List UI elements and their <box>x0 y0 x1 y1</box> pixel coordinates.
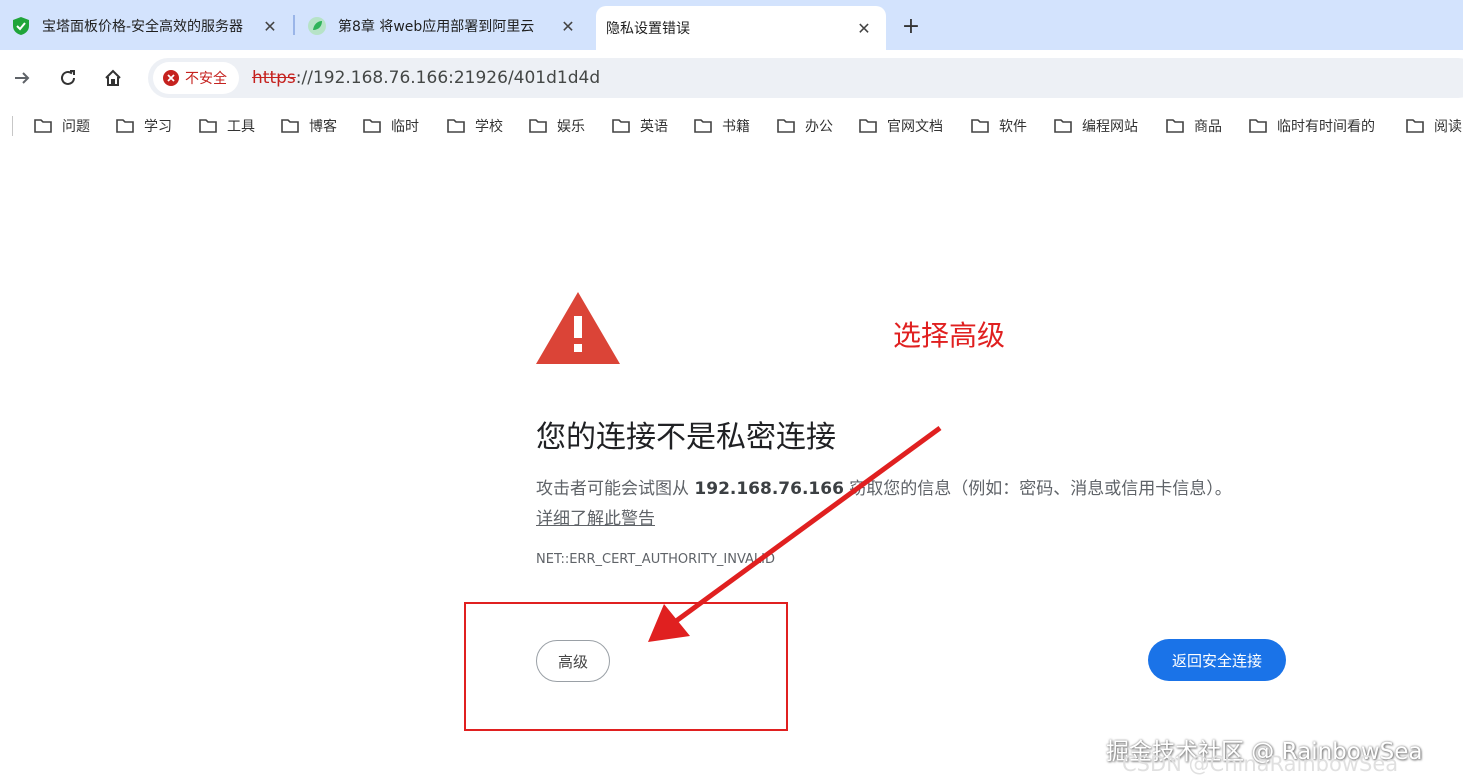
bookmark-label: 商品 <box>1194 119 1222 135</box>
reload-icon[interactable] <box>54 64 82 92</box>
folder-icon <box>1054 119 1072 133</box>
bookmark-item[interactable]: 博客 <box>281 116 337 136</box>
tab-strip: 宝塔面板价格-安全高效的服务器 ✕ 第8章 将web应用部署到阿里云 ✕ 隐私设… <box>0 0 1463 50</box>
desc-before: 攻击者可能会试图从 <box>536 479 695 499</box>
folder-icon <box>971 119 989 133</box>
bookmark-label: 学习 <box>144 119 172 135</box>
back-to-safety-button[interactable]: 返回安全连接 <box>1148 639 1286 681</box>
new-tab-button[interactable]: + <box>898 13 924 39</box>
bookmark-item[interactable]: 阅读 <box>1406 116 1462 136</box>
annotation-highlight-box <box>464 602 788 731</box>
desc-host: 192.168.76.166 <box>694 479 844 499</box>
bookmark-label: 官网文档 <box>887 119 943 135</box>
annotation-text: 选择高级 <box>893 319 1006 352</box>
bookmark-label: 办公 <box>805 119 833 135</box>
bookmark-label: 问题 <box>62 119 90 135</box>
bookmark-label: 书籍 <box>722 119 750 135</box>
bookmark-item[interactable]: 问题 <box>34 116 90 136</box>
not-secure-icon <box>163 70 179 86</box>
bookmark-label: 临时有时间看的 <box>1277 119 1375 135</box>
folder-icon <box>612 119 630 133</box>
url-scheme: https <box>252 68 296 88</box>
bookmark-item[interactable]: 官网文档 <box>859 116 943 136</box>
url-text[interactable]: https://192.168.76.166:21926/401d1d4d <box>252 68 600 88</box>
folder-icon <box>1249 119 1267 133</box>
bookmark-item[interactable]: 商品 <box>1166 116 1222 136</box>
folder-icon <box>199 119 217 133</box>
tab-baota[interactable]: 宝塔面板价格-安全高效的服务器 ✕ <box>0 6 292 46</box>
home-icon[interactable] <box>99 64 127 92</box>
bookmark-label: 工具 <box>227 119 255 135</box>
tab-separator <box>293 15 295 35</box>
folder-icon <box>1406 119 1424 133</box>
bookmark-item[interactable]: 英语 <box>612 116 668 136</box>
bookmark-item[interactable]: 学校 <box>447 116 503 136</box>
close-tab-icon[interactable]: ✕ <box>258 14 282 38</box>
folder-icon <box>116 119 134 133</box>
bookmark-label: 博客 <box>309 119 337 135</box>
bookmark-item[interactable]: 临时 <box>363 116 419 136</box>
bookmarks-divider <box>12 116 13 136</box>
error-code: NET::ERR_CERT_AUTHORITY_INVALID <box>536 552 776 567</box>
folder-icon <box>363 119 381 133</box>
folder-icon <box>694 119 712 133</box>
page-title: 您的连接不是私密连接 <box>536 420 836 455</box>
bookmark-label: 英语 <box>640 119 668 135</box>
bookmark-item[interactable]: 书籍 <box>694 116 750 136</box>
bookmark-label: 学校 <box>475 119 503 135</box>
close-tab-icon[interactable]: ✕ <box>852 16 876 40</box>
folder-icon <box>1166 119 1184 133</box>
toolbar: 不安全 https://192.168.76.166:21926/401d1d4… <box>0 50 1463 106</box>
bookmark-label: 临时 <box>391 119 419 135</box>
folder-icon <box>34 119 52 133</box>
tab-title: 第8章 将web应用部署到阿里云 <box>338 19 535 35</box>
bookmark-item[interactable]: 学习 <box>116 116 172 136</box>
bookmark-item[interactable]: 工具 <box>199 116 255 136</box>
tab-title: 隐私设置错误 <box>606 21 690 37</box>
folder-icon <box>529 119 547 133</box>
learn-more-link[interactable]: 详细了解此警告 <box>536 504 655 529</box>
security-label: 不安全 <box>185 71 227 87</box>
url-rest: ://192.168.76.166:21926/401d1d4d <box>295 68 601 88</box>
tab-title: 宝塔面板价格-安全高效的服务器 <box>42 19 244 35</box>
security-chip[interactable]: 不安全 <box>153 62 239 94</box>
bookmark-item[interactable]: 编程网站 <box>1054 116 1138 136</box>
bookmark-item[interactable]: 软件 <box>971 116 1027 136</box>
juejin-leaf-icon <box>308 17 326 35</box>
bookmark-item[interactable]: 娱乐 <box>529 116 585 136</box>
bookmark-label: 编程网站 <box>1082 119 1138 135</box>
tab-privacy-error[interactable]: 隐私设置错误 ✕ <box>596 6 886 50</box>
bookmark-item[interactable]: 办公 <box>777 116 833 136</box>
desc-after: 窃取您的信息（例如：密码、消息或信用卡信息）。 <box>843 479 1232 499</box>
bookmark-label: 娱乐 <box>557 119 585 135</box>
warning-description: 攻击者可能会试图从 192.168.76.166 窃取您的信息（例如：密码、消息… <box>536 474 1232 499</box>
bookmark-label: 阅读 <box>1434 119 1462 135</box>
folder-icon <box>447 119 465 133</box>
close-tab-icon[interactable]: ✕ <box>556 14 580 38</box>
folder-icon <box>281 119 299 133</box>
baota-shield-icon <box>12 17 30 35</box>
bookmark-item[interactable]: 临时有时间看的 <box>1249 116 1375 136</box>
folder-icon <box>777 119 795 133</box>
forward-icon[interactable] <box>8 64 36 92</box>
tab-juejin[interactable]: 第8章 将web应用部署到阿里云 ✕ <box>296 6 590 46</box>
bookmark-label: 软件 <box>999 119 1027 135</box>
warning-triangle-icon <box>536 292 620 364</box>
bookmarks-bar: 问题 学习 工具 博客 临时 学校 娱乐 英语 书籍 办公 官网文档 软件 编程网站 商品 临时有时间看的 阅… <box>0 108 1463 144</box>
watermark-csdn: CSDN @ChinaRainbowSea <box>1122 752 1399 776</box>
folder-icon <box>859 119 877 133</box>
address-bar[interactable]: 不安全 https://192.168.76.166:21926/401d1d4… <box>148 58 1463 98</box>
